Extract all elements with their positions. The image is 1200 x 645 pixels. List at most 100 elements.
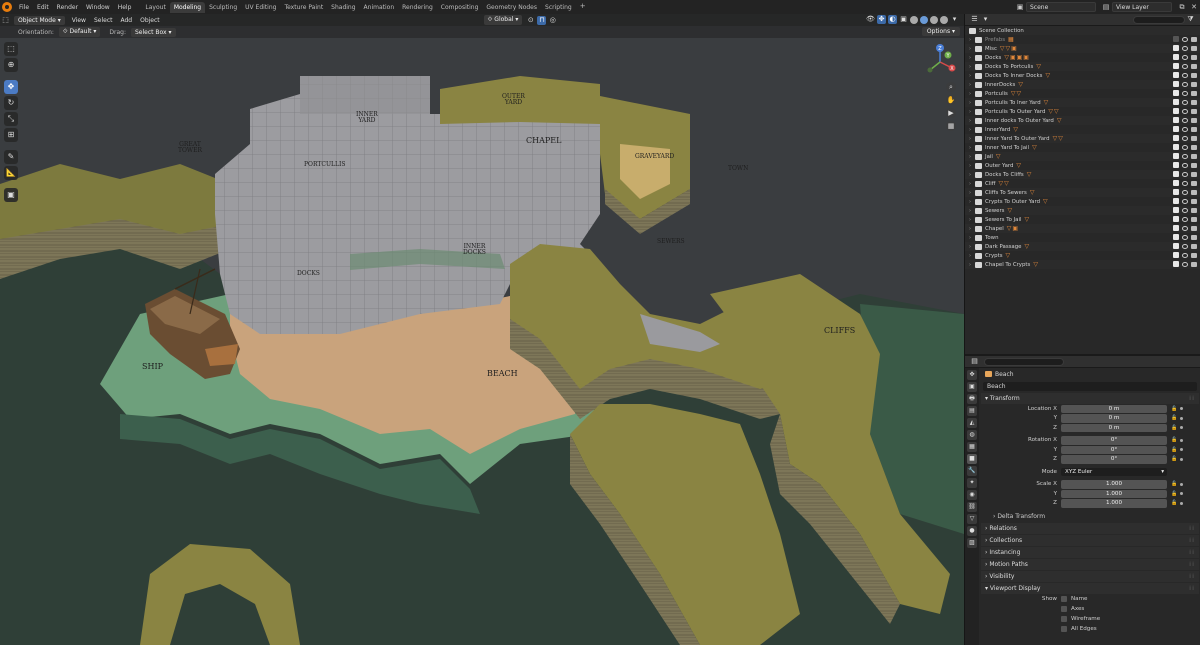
- location-x-field[interactable]: 0 m: [1061, 404, 1167, 413]
- shading-options-icon[interactable]: ▾: [950, 15, 959, 24]
- properties-editor-icon[interactable]: ▤: [970, 357, 979, 366]
- include-checkbox[interactable]: [1173, 207, 1179, 213]
- outliner-row[interactable]: › Docks To Inner Docks ▽: [965, 71, 1200, 80]
- menu-file[interactable]: File: [15, 4, 33, 11]
- camera-icon[interactable]: [1191, 225, 1197, 231]
- scene-tab-icon[interactable]: ◭: [967, 418, 977, 428]
- physics-tab-icon[interactable]: ◉: [967, 490, 977, 500]
- scale-x-field[interactable]: 1.000: [1061, 480, 1167, 489]
- include-checkbox[interactable]: [1173, 144, 1179, 150]
- eye-icon[interactable]: [1182, 162, 1188, 168]
- view-layer-icon[interactable]: ▤: [1102, 3, 1110, 11]
- include-checkbox[interactable]: [1173, 189, 1179, 195]
- lock-icon[interactable]: 🔓: [1171, 406, 1177, 412]
- outliner-row[interactable]: › Crypts To Outer Yard ▽: [965, 197, 1200, 206]
- rotate-tool-icon[interactable]: ↻: [4, 96, 18, 110]
- eye-icon[interactable]: [1182, 81, 1188, 87]
- render-tab-icon[interactable]: ▣: [967, 382, 977, 392]
- camera-icon[interactable]: [1191, 171, 1197, 177]
- camera-icon[interactable]: [1191, 261, 1197, 267]
- eye-icon[interactable]: [1182, 207, 1188, 213]
- filter-display-icon[interactable]: ▾: [981, 15, 990, 24]
- include-checkbox[interactable]: [1173, 243, 1179, 249]
- outliner-row[interactable]: › Dark Passage ▽: [965, 242, 1200, 251]
- annotate-tool-icon[interactable]: ✎: [4, 150, 18, 164]
- keyframe-dot-icon[interactable]: [1180, 457, 1184, 461]
- menu-select[interactable]: Select: [90, 17, 117, 24]
- eye-icon[interactable]: [1182, 180, 1188, 186]
- camera-icon[interactable]: [1191, 198, 1197, 204]
- show-name-checkbox[interactable]: [1061, 596, 1067, 602]
- instancing-section[interactable]: › Instancing ⁞⁞: [981, 547, 1199, 558]
- include-checkbox[interactable]: [1173, 261, 1179, 267]
- tab-scripting[interactable]: Scripting: [541, 2, 576, 13]
- remove-view-layer-icon[interactable]: ✕: [1190, 3, 1198, 11]
- camera-icon[interactable]: [1191, 180, 1197, 186]
- lock-icon[interactable]: 🔓: [1171, 491, 1177, 497]
- camera-icon[interactable]: [1191, 153, 1197, 159]
- outliner-row[interactable]: › Inner Yard To Jail ▽: [965, 143, 1200, 152]
- include-checkbox[interactable]: [1173, 171, 1179, 177]
- include-checkbox[interactable]: [1173, 90, 1179, 96]
- outliner-row[interactable]: › Portculis To Outer Yard ▽▽: [965, 107, 1200, 116]
- eye-icon[interactable]: [1182, 252, 1188, 258]
- add-workspace-button[interactable]: +: [576, 2, 590, 13]
- lock-icon[interactable]: 🔓: [1171, 415, 1177, 421]
- filter-icon[interactable]: ⧩: [1186, 15, 1195, 24]
- outliner-row[interactable]: › Docks To Cliffs ▽: [965, 170, 1200, 179]
- outliner-row[interactable]: › Sewers To Jail ▽: [965, 215, 1200, 224]
- outliner-row[interactable]: › Inner Yard To Outer Yard ▽▽: [965, 134, 1200, 143]
- menu-object[interactable]: Object: [136, 17, 164, 24]
- eye-icon[interactable]: [1182, 153, 1188, 159]
- include-checkbox[interactable]: [1173, 99, 1179, 105]
- texture-tab-icon[interactable]: ▨: [967, 538, 977, 548]
- camera-icon[interactable]: [1191, 81, 1197, 87]
- solid-shading-icon[interactable]: [920, 15, 928, 24]
- lock-icon[interactable]: 🔓: [1171, 425, 1177, 431]
- include-checkbox[interactable]: [1173, 225, 1179, 231]
- rotation-mode-select[interactable]: XYZ Euler ▾: [1061, 467, 1167, 476]
- viewport-display-section[interactable]: ▾ Viewport Display ⁞⁞: [981, 583, 1199, 594]
- scene-icon[interactable]: ▣: [1016, 3, 1024, 11]
- camera-icon[interactable]: [1191, 144, 1197, 150]
- eye-icon[interactable]: [1182, 234, 1188, 240]
- outliner-row[interactable]: › InnerYard ▽: [965, 125, 1200, 134]
- menu-edit[interactable]: Edit: [33, 4, 53, 11]
- camera-icon[interactable]: [1191, 207, 1197, 213]
- outliner-row[interactable]: › Portculis To Iner Yard ▽: [965, 98, 1200, 107]
- particles-tab-icon[interactable]: ✦: [967, 478, 977, 488]
- scene-selector[interactable]: Scene: [1026, 2, 1096, 12]
- object-name-field[interactable]: Beach: [983, 382, 1197, 391]
- view-layer-selector[interactable]: View Layer: [1112, 2, 1172, 12]
- include-checkbox[interactable]: [1173, 198, 1179, 204]
- relations-section[interactable]: › Relations ⁞⁞: [981, 523, 1199, 534]
- eye-icon[interactable]: [1182, 36, 1188, 42]
- location-y-field[interactable]: 0 m: [1061, 414, 1167, 423]
- include-checkbox[interactable]: [1173, 252, 1179, 258]
- eye-icon[interactable]: [1182, 108, 1188, 114]
- proportional-edit-icon[interactable]: ◎: [548, 16, 557, 25]
- outliner-row[interactable]: › Chapel To Crypts ▽: [965, 260, 1200, 269]
- eye-icon[interactable]: [1182, 135, 1188, 141]
- add-cube-tool-icon[interactable]: ▣: [4, 188, 18, 202]
- eye-icon[interactable]: [1182, 243, 1188, 249]
- include-checkbox[interactable]: [1173, 117, 1179, 123]
- cursor-tool-icon[interactable]: ⊕: [4, 58, 18, 72]
- outliner-row[interactable]: › Docks To Portculis ▽: [965, 62, 1200, 71]
- delta-transform-section[interactable]: › Delta Transform: [981, 511, 1199, 522]
- keyframe-dot-icon[interactable]: [1180, 407, 1184, 411]
- move-tool-icon[interactable]: ✥: [4, 80, 18, 94]
- visibility-section[interactable]: › Visibility ⁞⁞: [981, 571, 1199, 582]
- perspective-grid-icon[interactable]: ▦: [946, 121, 956, 131]
- pivot-icon[interactable]: ⊙: [526, 16, 535, 25]
- 3d-viewport[interactable]: GREAT TOWER INNER YARD OUTER YARD CHAPEL…: [0, 14, 964, 645]
- include-checkbox[interactable]: [1173, 72, 1179, 78]
- object-tab-icon[interactable]: ■: [967, 454, 977, 464]
- menu-view[interactable]: View: [68, 17, 90, 24]
- outliner-row[interactable]: › Outer Yard ▽: [965, 161, 1200, 170]
- scale-y-field[interactable]: 1.000: [1061, 489, 1167, 498]
- include-checkbox[interactable]: [1173, 234, 1179, 240]
- include-checkbox[interactable]: [1173, 135, 1179, 141]
- camera-icon[interactable]: [1191, 162, 1197, 168]
- camera-icon[interactable]: [1191, 126, 1197, 132]
